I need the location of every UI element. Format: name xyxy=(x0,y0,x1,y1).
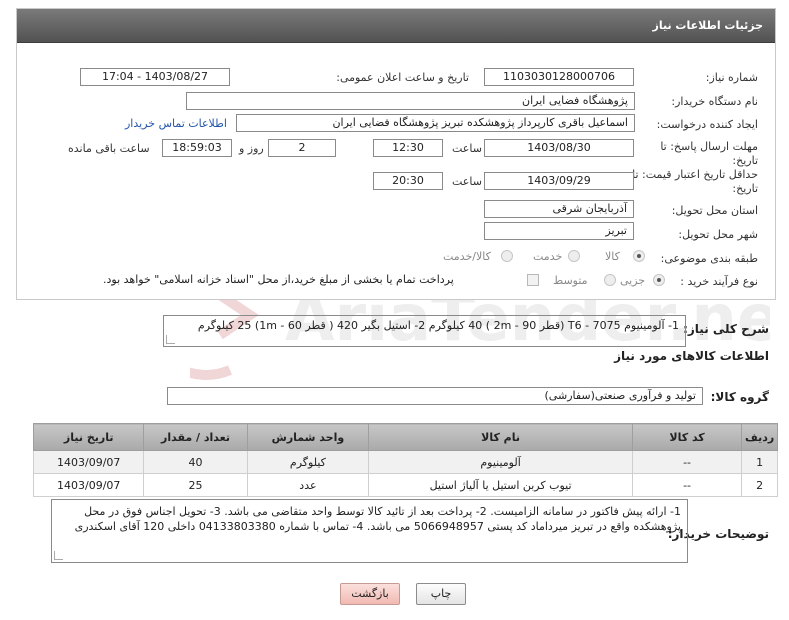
back-button[interactable]: بازگشت xyxy=(340,583,400,605)
panel-header: جزئیات اطلاعات نیاز xyxy=(17,9,775,43)
category-radio-goods-service[interactable] xyxy=(501,250,513,262)
announce-date-label: تاریخ و ساعت اعلان عمومی: xyxy=(336,71,469,84)
process-type-label: نوع فرآیند خرید : xyxy=(680,275,758,288)
cell-code: -- xyxy=(631,473,743,497)
validity-time-field[interactable]: 20:30 xyxy=(373,172,443,190)
validity-time-label: ساعت xyxy=(452,175,482,188)
deadline-time-label: ساعت xyxy=(452,142,482,155)
goods-table-header: ردیف کد کالا نام کالا واحد شمارش تعداد /… xyxy=(32,423,778,451)
category-radio-service[interactable] xyxy=(568,250,580,262)
deadline-time-field[interactable]: 12:30 xyxy=(373,139,443,157)
goods-table: ردیف کد کالا نام کالا واحد شمارش تعداد /… xyxy=(32,423,778,497)
validity-date-field[interactable]: 1403/09/29 xyxy=(484,172,634,190)
cell-unit: کیلوگرم xyxy=(246,450,370,474)
table-row[interactable]: 1 -- آلومینیوم کیلوگرم 40 1403/09/07 xyxy=(32,450,778,474)
process-option-minor: جزیی xyxy=(620,274,646,287)
cell-quantity: 25 xyxy=(143,473,248,497)
need-description-label: شرح کلی نیاز: xyxy=(683,322,769,336)
process-option-medium: متوسط xyxy=(553,274,588,287)
price-validity-label: حداقل تاریخ اعتبار قیمت: تا تاریخ: xyxy=(632,168,758,195)
deadline-date-field[interactable]: 1403/08/30 xyxy=(484,139,634,157)
buyer-contact-link[interactable]: اطلاعات تماس خریدار xyxy=(125,117,227,130)
deadline-label: مهلت ارسال پاسخ: تا تاریخ: xyxy=(660,140,758,167)
treasury-payment-note: پرداخت تمام یا بخشی از مبلغ خرید،از محل … xyxy=(103,273,454,286)
buyer-org-label: نام دستگاه خریدار: xyxy=(671,95,758,108)
city-label: شهر محل تحویل: xyxy=(678,228,758,241)
buyer-org-field[interactable]: پژوهشگاه فضایی ایران xyxy=(186,92,635,110)
resize-handle-icon[interactable] xyxy=(54,551,63,560)
category-option-goods-service: کالا/خدمت xyxy=(443,250,491,263)
process-radio-medium[interactable] xyxy=(604,274,616,286)
panel-title: جزئیات اطلاعات نیاز xyxy=(652,19,764,32)
time-remaining-label: ساعت باقی مانده xyxy=(68,142,150,155)
col-name-header: نام کالا xyxy=(368,423,633,451)
goods-info-title: اطلاعات کالاهای مورد نیاز xyxy=(614,349,769,363)
buyer-notes-textarea[interactable]: 1- ارائه پیش فاکتور در سامانه الزامیست. … xyxy=(51,499,688,563)
process-radio-minor[interactable] xyxy=(653,274,665,286)
cell-row: 1 xyxy=(741,450,778,474)
creator-label: ایجاد کننده درخواست: xyxy=(656,118,758,131)
print-button[interactable]: چاپ xyxy=(416,583,466,605)
col-row-header: ردیف xyxy=(741,423,778,451)
need-number-field[interactable]: 1103030128000706 xyxy=(484,68,634,86)
days-remaining-field[interactable]: 2 xyxy=(268,139,336,157)
cell-code: -- xyxy=(631,450,743,474)
category-label: طبقه بندی موضوعی: xyxy=(660,252,758,265)
cell-quantity: 40 xyxy=(143,450,248,474)
col-date-header: تاریخ نیاز xyxy=(32,423,145,451)
col-quantity-header: تعداد / مقدار xyxy=(143,423,248,451)
province-field[interactable]: آذربایجان شرقی xyxy=(484,200,634,218)
cell-date: 1403/09/07 xyxy=(32,450,145,474)
cell-unit: عدد xyxy=(246,473,370,497)
days-word: روز و xyxy=(239,142,264,155)
goods-group-label: گروه کالا: xyxy=(710,390,769,404)
need-number-label: شماره نیاز: xyxy=(705,71,758,84)
announce-date-field[interactable]: 1403/08/27 - 17:04 xyxy=(80,68,230,86)
resize-handle-icon[interactable] xyxy=(166,335,175,344)
col-unit-header: واحد شمارش xyxy=(246,423,370,451)
cell-date: 1403/09/07 xyxy=(32,473,145,497)
need-description-textarea[interactable]: 1- آلومینیوم T6 - 7075 (قطر 90 - 2m ) 40… xyxy=(163,315,686,347)
table-row[interactable]: 2 -- تیوب کربن استیل یا آلیاژ استیل عدد … xyxy=(32,473,778,497)
col-code-header: کد کالا xyxy=(631,423,743,451)
need-description-text: 1- آلومینیوم T6 - 7075 (قطر 90 - 2m ) 40… xyxy=(197,319,679,332)
goods-group-field[interactable]: تولید و فرآوری صنعتی(سفارشی) xyxy=(167,387,703,405)
cell-name: آلومینیوم xyxy=(368,450,633,474)
cell-name: تیوب کربن استیل یا آلیاژ استیل xyxy=(368,473,633,497)
time-remaining-field[interactable]: 18:59:03 xyxy=(162,139,232,157)
treasury-payment-checkbox[interactable] xyxy=(527,274,539,286)
province-label: استان محل تحویل: xyxy=(671,204,758,217)
category-radio-goods[interactable] xyxy=(633,250,645,262)
cell-row: 2 xyxy=(741,473,778,497)
buyer-notes-text: 1- ارائه پیش فاکتور در سامانه الزامیست. … xyxy=(74,505,681,533)
category-option-goods: کالا xyxy=(605,250,620,263)
city-field[interactable]: تبریز xyxy=(484,222,634,240)
creator-field[interactable]: اسماعیل باقری کارپرداز پژوهشکده تبریز پژ… xyxy=(236,114,635,132)
category-option-service: خدمت xyxy=(533,250,563,263)
